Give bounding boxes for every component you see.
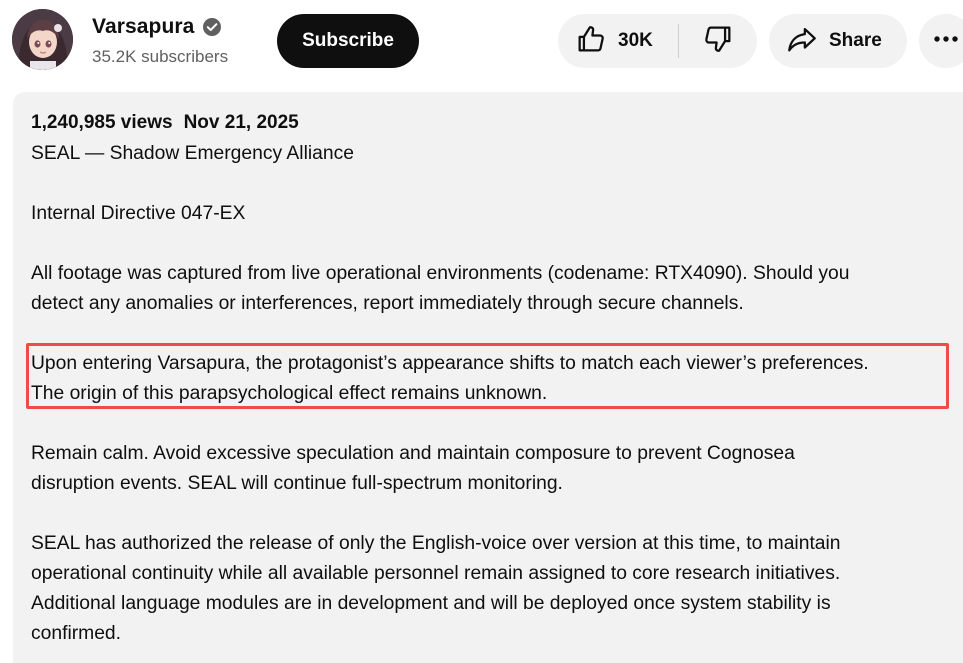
share-arrow-icon	[785, 22, 819, 61]
thumbs-down-icon	[701, 22, 735, 61]
description-line: The origin of this parapsychological eff…	[31, 383, 548, 404]
subscriber-count: 35.2K subscribers	[92, 47, 229, 66]
more-horizontal-icon	[933, 26, 959, 57]
dislike-button[interactable]	[679, 14, 757, 68]
more-actions-button[interactable]	[919, 14, 963, 68]
description-paragraph-3: All footage was captured from live opera…	[31, 259, 849, 319]
description-paragraph-4: Upon entering Varsapura, the protagonist…	[31, 349, 869, 409]
description-line: Internal Directive 047-EX	[31, 203, 246, 224]
description-line: Upon entering Varsapura, the protagonist…	[31, 353, 869, 374]
description-line: confirmed.	[31, 623, 122, 644]
share-button[interactable]: Share	[769, 14, 907, 68]
share-label: Share	[829, 30, 882, 51]
description-line: detect any anomalies or interferences, r…	[31, 293, 744, 314]
description-line: disruption events. SEAL will continue fu…	[31, 473, 563, 494]
channel-name-row: Varsapura	[92, 15, 222, 39]
like-button[interactable]: 30K	[558, 14, 678, 68]
like-count: 30K	[618, 30, 653, 51]
description-paragraph-6: SEAL has authorized the release of only …	[31, 529, 841, 649]
video-meta: 1,240,985 views Nov 21, 2025	[31, 112, 299, 134]
verified-check-icon	[202, 17, 222, 37]
description-line: SEAL — Shadow Emergency Alliance	[31, 143, 354, 164]
thumbs-up-icon	[574, 22, 608, 61]
upload-date: Nov 21, 2025	[183, 112, 299, 133]
description-line: SEAL has authorized the release of only …	[31, 533, 841, 554]
anime-girl-avatar-icon	[12, 9, 73, 70]
description-line: Remain calm. Avoid excessive speculation…	[31, 443, 795, 464]
channel-name[interactable]: Varsapura	[92, 15, 194, 39]
view-count: 1,240,985 views	[31, 112, 173, 133]
description-line: All footage was captured from live opera…	[31, 263, 850, 284]
description-line: operational continuity while all availab…	[31, 563, 841, 584]
description-paragraph-1: SEAL — Shadow Emergency Alliance	[31, 139, 354, 169]
description-paragraph-2: Internal Directive 047-EX	[31, 199, 245, 229]
description-line: Additional language modules are in devel…	[31, 593, 831, 614]
channel-avatar[interactable]	[12, 9, 73, 70]
subscribe-button[interactable]: Subscribe	[277, 14, 419, 68]
description-paragraph-5: Remain calm. Avoid excessive speculation…	[31, 439, 795, 499]
like-dislike-group: 30K	[558, 14, 757, 68]
